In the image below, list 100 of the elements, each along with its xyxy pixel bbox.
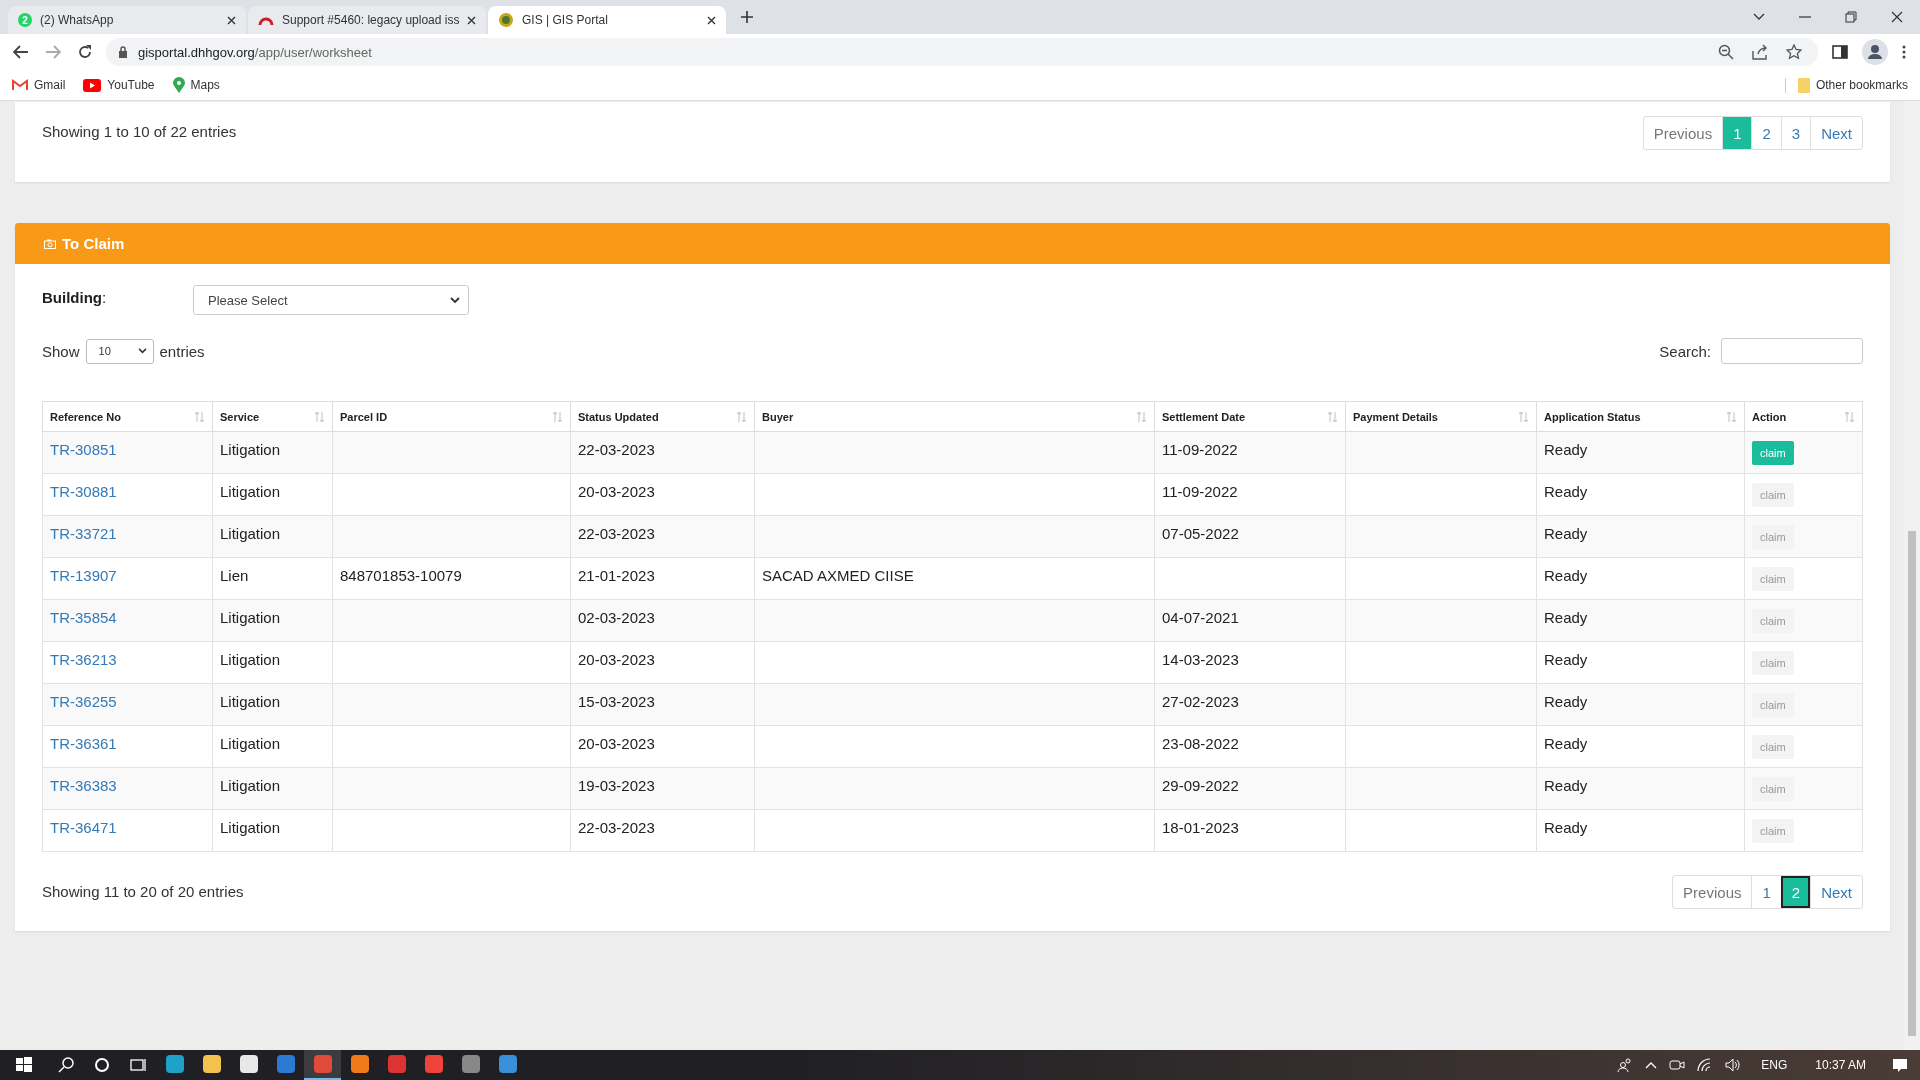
claim-button[interactable]: claim <box>1752 441 1794 465</box>
table-cell: 11-09-2022 <box>1162 441 1238 458</box>
table-cell: 22-03-2023 <box>578 525 655 542</box>
address-bar[interactable]: gisportal.dhhgov.org/app/user/worksheet <box>106 38 1818 66</box>
sort-icon <box>553 412 562 422</box>
panel-title: To Claim <box>62 235 125 252</box>
table-cell: 22-03-2023 <box>578 441 655 458</box>
search-field[interactable] <box>1721 338 1863 364</box>
browser-tab[interactable]: GIS | GIS Portal <box>488 6 726 34</box>
camera-icon[interactable] <box>1669 1058 1686 1072</box>
table-cell: Litigation <box>220 483 281 500</box>
reference-link[interactable]: TR-30851 <box>50 441 117 458</box>
scrollbar[interactable] <box>1904 101 1920 1050</box>
new-tab-icon[interactable] <box>740 10 754 24</box>
table-cell: 19-03-2023 <box>578 777 655 794</box>
pagination-link[interactable]: Next <box>1810 876 1862 908</box>
table-cell: Ready <box>1544 651 1588 668</box>
table-cell: Ready <box>1544 483 1588 500</box>
column-header[interactable]: Application Status <box>1536 401 1745 432</box>
sort-icon <box>737 412 746 422</box>
table-cell: 20-03-2023 <box>578 651 655 668</box>
browser-tab[interactable]: Support #5460: legacy upload iss <box>248 6 486 34</box>
pagination-link[interactable]: 2 <box>1780 876 1811 908</box>
pagination-link[interactable]: 2 <box>1751 117 1781 149</box>
bookmark-link[interactable]: Maps <box>172 77 220 93</box>
people-icon[interactable] <box>1617 1057 1634 1073</box>
table-cell: Ready <box>1544 567 1588 584</box>
show-label: Show <box>42 342 80 360</box>
language-indicator[interactable]: ENG <box>1753 1058 1796 1072</box>
table-cell: 21-01-2023 <box>578 567 655 584</box>
pagination-link[interactable]: 1 <box>1751 876 1781 908</box>
table-cell: Litigation <box>220 735 281 752</box>
bookmark-folder[interactable]: Other bookmarks <box>1784 77 1908 93</box>
pagination-link[interactable]: Previous <box>1643 117 1723 149</box>
table-cell: 07-05-2022 <box>1162 525 1239 542</box>
share-icon[interactable] <box>1752 44 1768 60</box>
column-header[interactable]: Service <box>212 401 333 432</box>
close-icon[interactable] <box>707 15 716 25</box>
bookmark-link[interactable]: YouTube <box>83 78 155 92</box>
table-cell: 20-03-2023 <box>578 483 655 500</box>
table-cell: 18-01-2023 <box>1162 819 1239 836</box>
entries-info: Showing 1 to 10 of 22 entries <box>42 122 237 142</box>
back-icon[interactable] <box>13 45 29 59</box>
building-select[interactable]: Please Select <box>193 285 469 315</box>
page-length-select[interactable]: 10 <box>85 338 154 364</box>
table-cell: Ready <box>1544 609 1588 626</box>
folder-icon <box>1797 77 1810 93</box>
close-icon[interactable] <box>1891 11 1903 23</box>
zoom-out-icon[interactable] <box>1718 44 1734 60</box>
chevron-down-icon[interactable] <box>1753 13 1765 21</box>
table-cell: Ready <box>1544 735 1588 752</box>
column-header[interactable]: Status Updated <box>570 401 755 432</box>
sort-icon <box>1137 412 1146 422</box>
table-cell: Litigation <box>220 651 281 668</box>
play-icon <box>83 78 102 92</box>
column-header[interactable]: Action <box>1744 401 1863 432</box>
table-cell: 04-07-2021 <box>1162 609 1239 626</box>
sort-icon <box>1519 412 1528 422</box>
table-cell: 14-03-2023 <box>1162 651 1239 668</box>
profile-icon[interactable] <box>1862 39 1888 65</box>
column-header[interactable]: Settlement Date <box>1154 401 1346 432</box>
pagination-link[interactable]: 1 <box>1722 117 1752 149</box>
table-cell: Ready <box>1544 777 1588 794</box>
pagination-link[interactable]: 3 <box>1780 117 1811 149</box>
bookmark-link[interactable]: Gmail <box>12 78 66 92</box>
building-label: Building: <box>42 288 108 306</box>
reload-icon[interactable] <box>77 44 93 60</box>
table-cell: 27-02-2023 <box>1162 693 1239 710</box>
close-icon[interactable] <box>227 15 236 25</box>
browser-tab[interactable]: 2 (2) WhatsApp <box>8 6 246 34</box>
table-cell: Litigation <box>220 819 281 836</box>
close-icon[interactable] <box>467 15 477 25</box>
table-cell: 15-03-2023 <box>578 693 655 710</box>
chat-badge-icon: 2 <box>18 13 32 27</box>
pagination-link[interactable]: Previous <box>1673 876 1752 908</box>
emblem-icon <box>498 12 514 28</box>
camera-icon <box>44 238 56 249</box>
side-panel-icon[interactable] <box>1832 44 1848 60</box>
table-cell: Lien <box>220 567 249 584</box>
sort-icon <box>1845 412 1854 422</box>
pagination-link[interactable]: Next <box>1810 117 1862 149</box>
restore-icon[interactable] <box>1845 11 1857 23</box>
clock[interactable]: 10:37 AM <box>1807 1058 1874 1072</box>
table-cell: Ready <box>1544 525 1588 542</box>
column-header[interactable]: Parcel ID <box>332 401 571 432</box>
column-header[interactable]: Payment Details <box>1345 401 1537 432</box>
column-header[interactable]: Reference No <box>42 401 213 432</box>
lock-icon <box>118 46 128 58</box>
table-cell: 02-03-2023 <box>578 609 655 626</box>
speaker-icon[interactable] <box>1725 1058 1742 1072</box>
column-header[interactable]: Buyer <box>754 401 1155 432</box>
entries-label: entries <box>159 342 205 360</box>
table-cell: 11-09-2022 <box>1162 483 1238 500</box>
star-icon[interactable] <box>1786 44 1802 60</box>
menu-icon[interactable] <box>1902 45 1906 59</box>
search-label: Search: <box>1659 342 1711 360</box>
table-cell: 20-03-2023 <box>578 735 655 752</box>
map-pin-icon <box>172 77 185 93</box>
sort-icon <box>195 412 204 422</box>
chevron-up-icon[interactable] <box>1645 1061 1658 1069</box>
